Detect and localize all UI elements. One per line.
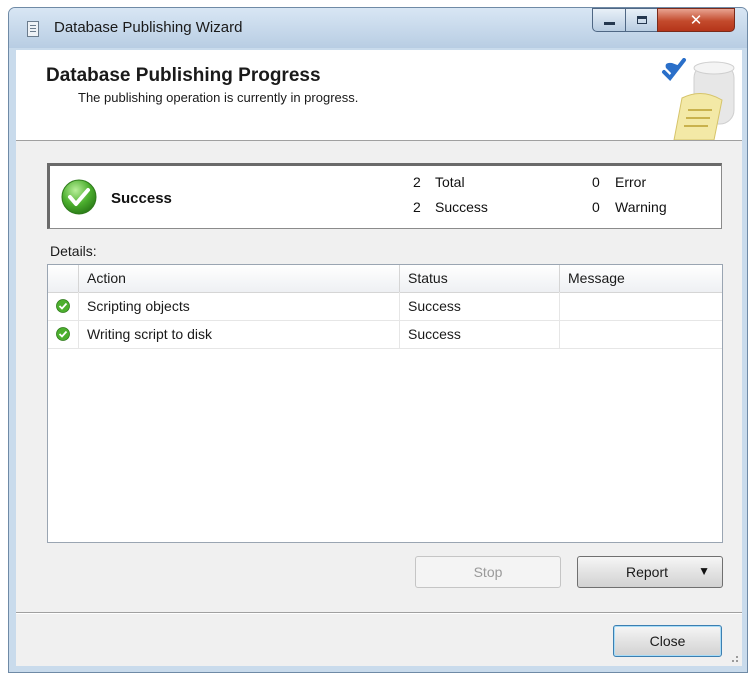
- error-count: 0: [592, 174, 600, 190]
- close-window-button[interactable]: ✕: [657, 8, 735, 32]
- column-header-action[interactable]: Action: [79, 265, 400, 292]
- success-label: Success: [435, 199, 488, 215]
- message-cell: [560, 292, 722, 320]
- column-header-message[interactable]: Message: [560, 265, 722, 292]
- grid-header: Action Status Message: [48, 265, 722, 293]
- page-subtitle: The publishing operation is currently in…: [78, 90, 359, 105]
- minimize-button[interactable]: [592, 8, 626, 32]
- table-row[interactable]: Writing script to disk Success: [48, 320, 722, 349]
- details-label: Details:: [50, 243, 97, 259]
- minimize-icon: [603, 21, 615, 25]
- error-label: Error: [615, 174, 647, 190]
- dropdown-arrow-icon[interactable]: ▼: [698, 564, 710, 578]
- warning-count: 0: [592, 199, 600, 215]
- title-bar[interactable]: Database Publishing Wizard ✕: [9, 8, 747, 48]
- icon-cell: [48, 320, 79, 348]
- table-row[interactable]: Scripting objects Success: [48, 292, 722, 321]
- maximize-button[interactable]: [625, 8, 658, 32]
- warning-label: Warning: [615, 199, 667, 215]
- status-cell: Success: [400, 320, 560, 348]
- overall-status-label: Success: [111, 190, 172, 207]
- details-grid[interactable]: Action Status Message Scripting objects …: [47, 264, 723, 543]
- icon-column-header: [48, 265, 79, 292]
- message-cell: [560, 320, 722, 348]
- wizard-client-area: Database Publishing Progress The publish…: [16, 50, 742, 666]
- report-button-label: Report: [626, 564, 669, 580]
- scroll-check-icon: [662, 58, 735, 140]
- wizard-window: Database Publishing Wizard ✕ Database Pu…: [8, 7, 748, 673]
- success-check-icon: [61, 179, 97, 215]
- page-header: Database Publishing Progress The publish…: [16, 50, 742, 141]
- resize-grip-icon[interactable]: [729, 653, 739, 663]
- close-button[interactable]: Close: [613, 625, 722, 657]
- icon-cell: [48, 292, 79, 320]
- status-cell: Success: [400, 292, 560, 320]
- database-icon: [27, 21, 39, 37]
- page-title: Database Publishing Progress: [46, 65, 321, 86]
- column-header-status[interactable]: Status: [400, 265, 560, 292]
- maximize-icon: [636, 16, 647, 24]
- total-count: 2: [413, 174, 421, 190]
- stop-button[interactable]: Stop: [415, 556, 561, 588]
- action-cell: Writing script to disk: [79, 320, 400, 348]
- close-icon: ✕: [689, 11, 703, 29]
- success-count: 2: [413, 199, 421, 215]
- window-title: Database Publishing Wizard: [54, 19, 243, 36]
- total-label: Total: [435, 174, 465, 190]
- action-cell: Scripting objects: [79, 292, 400, 320]
- footer-divider: [16, 612, 742, 613]
- report-button[interactable]: Report ▼: [577, 556, 723, 588]
- summary-panel: Success 2 Total 2 Success 0 Error 0 Warn…: [47, 163, 722, 229]
